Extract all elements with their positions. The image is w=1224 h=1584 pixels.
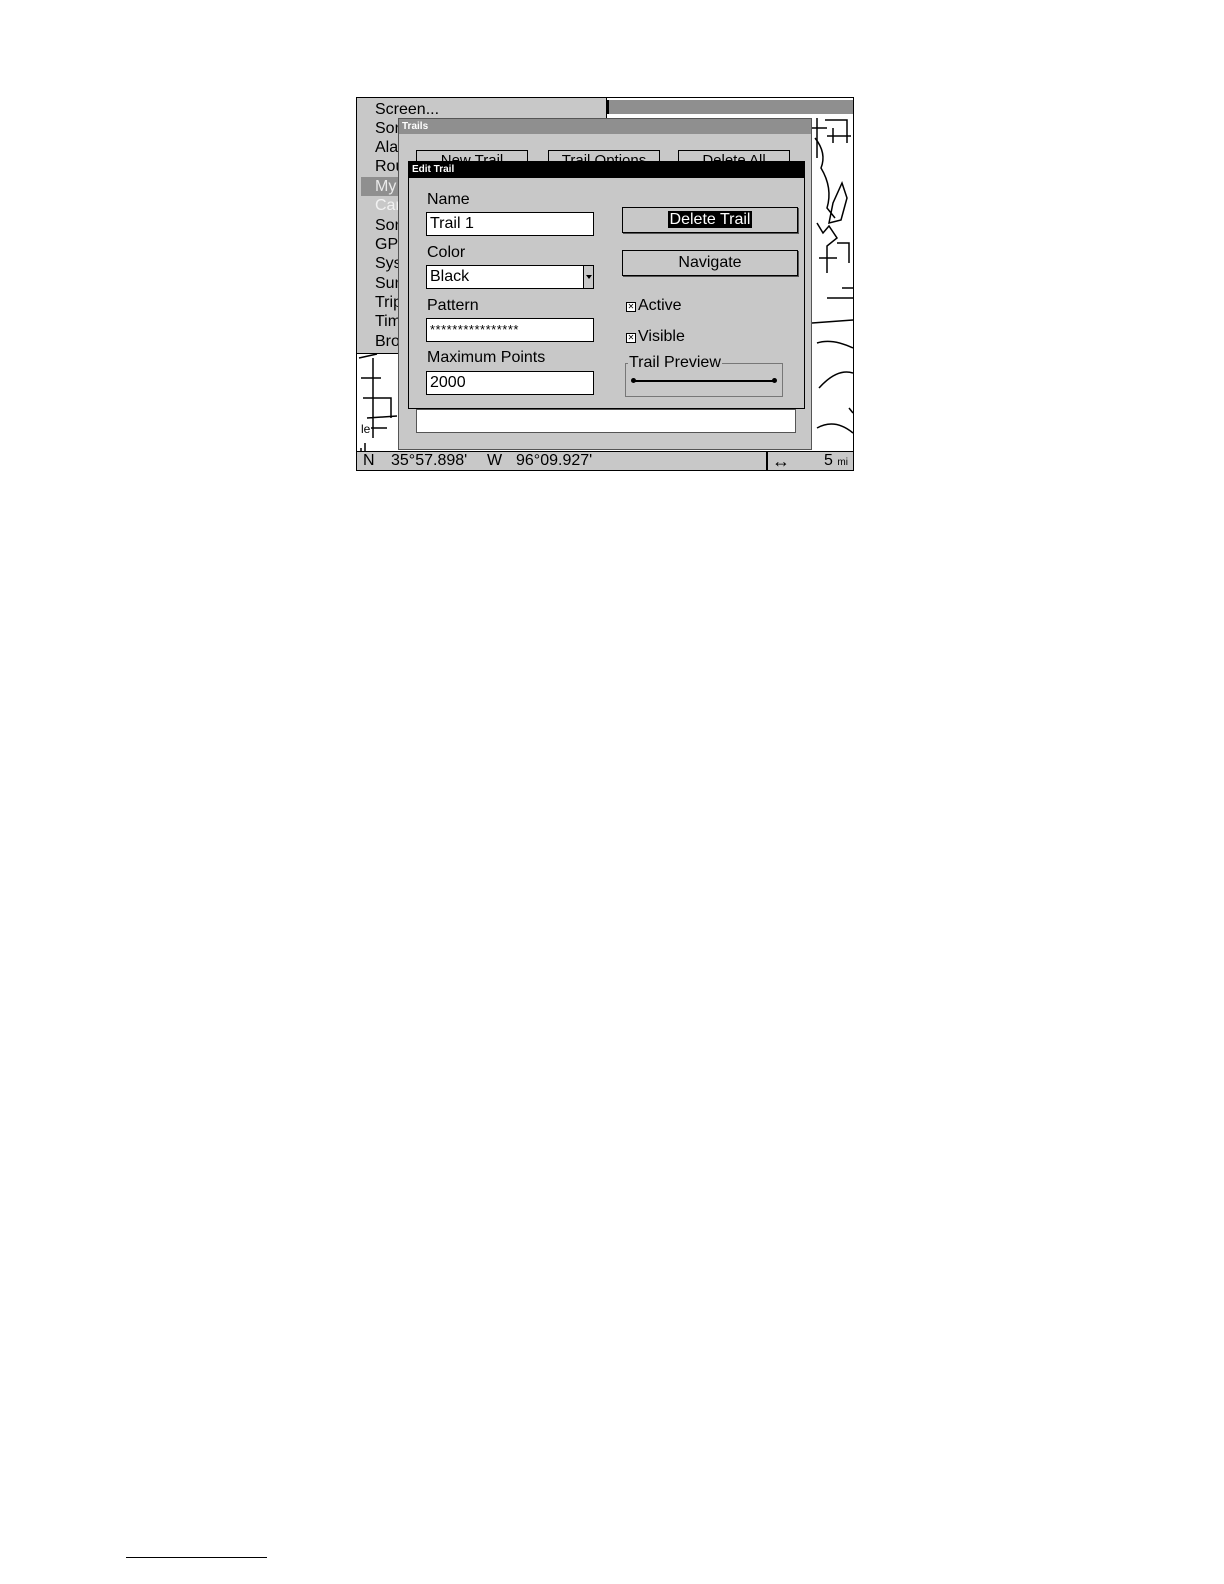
zoom-value: 5 [824,452,833,469]
trails-dialog-title: Trails [399,119,811,134]
edit-trail-title: Edit Trail [409,162,804,178]
name-label: Name [427,191,470,208]
active-checkbox[interactable]: ✕ [626,302,636,312]
color-dropdown[interactable]: Black [426,265,594,289]
pattern-input[interactable]: **************** [426,318,594,342]
visible-label: Visible [638,328,685,345]
lat-hemisphere: N [363,452,375,469]
delete-trail-button[interactable]: Delete Trail [622,207,798,233]
gps-screen: le Screen... Sonar Alarms Routes My Trai… [356,97,854,471]
status-divider [766,452,768,470]
navigate-button[interactable]: Navigate [622,250,798,276]
latitude-readout: 35°57.898' [391,452,468,469]
trail-list[interactable] [416,409,796,433]
color-dropdown-value: Black [430,268,470,285]
visible-checkbox[interactable]: ✕ [626,333,636,343]
status-bar: N 35°57.898' W 96°09.927' ↔ 5 mi [357,451,853,470]
delete-trail-label: Delete Trail [667,211,753,228]
active-label: Active [638,297,682,314]
max-points-input[interactable]: 2000 [426,371,594,395]
double-arrow-icon: ↔ [772,451,790,471]
zoom-readout: 5 mi [824,452,848,470]
longitude-readout: 96°09.927' [516,452,593,469]
lon-hemisphere: W [487,452,503,469]
max-points-label: Maximum Points [427,349,546,366]
edit-trail-dialog: Edit Trail Name Trail 1 Color Black Patt… [408,161,805,409]
chevron-down-icon [583,266,593,288]
pattern-label: Pattern [427,297,479,314]
map-side-label: le [361,422,371,436]
menu-header-bar [607,100,853,114]
trail-preview-label: Trail Preview [628,354,722,372]
color-label: Color [427,244,466,261]
trail-preview-line [631,378,777,383]
zoom-unit: mi [837,457,848,468]
footnote-rule [126,1557,267,1558]
menu-item-screen[interactable]: Screen... [361,100,601,119]
name-input[interactable]: Trail 1 [426,212,594,236]
trail-preview: Trail Preview [625,354,783,397]
